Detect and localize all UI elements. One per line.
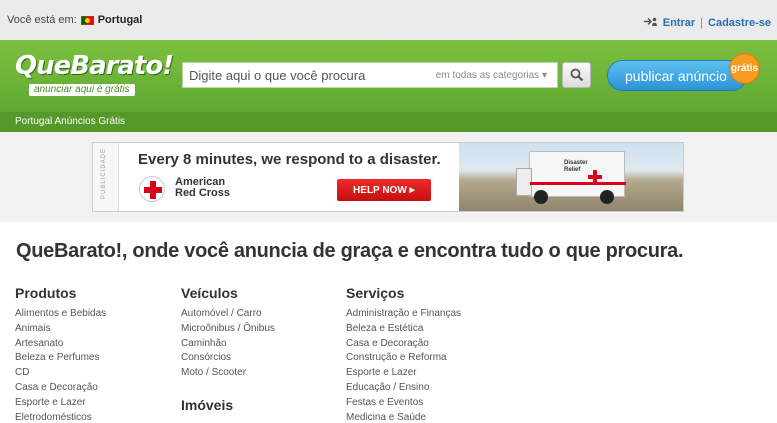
- ad-side-label: PUBLICIDADE: [101, 147, 107, 199]
- login-link[interactable]: Entrar: [663, 17, 695, 29]
- column-title[interactable]: Produtos: [15, 285, 106, 301]
- ambulance-image: Disaster Relief: [516, 151, 626, 204]
- category-column-vehicles: Veículos Automóvel / Carro Microônibus /…: [181, 285, 275, 419]
- red-cross-logo-icon: [139, 176, 165, 202]
- category-link[interactable]: Eletrodomésticos: [15, 411, 106, 423]
- category-link[interactable]: Alimentos e Bebidas: [15, 307, 106, 322]
- ad-banner[interactable]: PUBLICIDADE Every 8 minutes, we respond …: [92, 142, 684, 212]
- ambulance-stripe: [530, 182, 626, 185]
- column-title-real-estate[interactable]: Imóveis: [181, 397, 275, 413]
- breadcrumb: Portugal Anúncios Grátis: [0, 112, 777, 132]
- category-link[interactable]: Beleza e Estética: [346, 322, 461, 337]
- auth-separator: |: [700, 17, 704, 29]
- category-select-label: em todas as categorias: [435, 69, 540, 81]
- ambulance-label-line-1: Disaster: [564, 160, 588, 166]
- top-bar: Você está em: Portugal Entrar | Cadastre…: [0, 0, 777, 40]
- ad-side-strip: PUBLICIDADE: [93, 143, 119, 211]
- search-icon: [570, 68, 583, 82]
- category-link[interactable]: Medicina e Saúde: [346, 411, 461, 423]
- location-indicator: Você está em: Portugal: [7, 14, 142, 26]
- publish-ad-label: publicar anúncio: [625, 67, 727, 84]
- ad-section: PUBLICIDADE Every 8 minutes, we respond …: [0, 132, 777, 222]
- category-link[interactable]: Microônibus / Ônibus: [181, 322, 275, 337]
- wheel-icon: [600, 190, 614, 204]
- login-arrow-icon: [643, 17, 658, 29]
- category-link[interactable]: Esporte e Lazer: [346, 366, 461, 381]
- category-link[interactable]: CD: [15, 366, 106, 381]
- category-link[interactable]: Moto / Scooter: [181, 366, 275, 381]
- category-link[interactable]: Festas e Eventos: [346, 396, 461, 411]
- category-column-services: Serviços Administração e Finanças Beleza…: [346, 285, 461, 423]
- ambulance-label-line-2: Relief: [564, 167, 581, 173]
- ad-org-line-2: Red Cross: [175, 187, 231, 199]
- category-link[interactable]: Artesanato: [15, 337, 106, 352]
- ad-org-name: American Red Cross: [175, 177, 230, 199]
- category-link[interactable]: Automóvel / Carro: [181, 307, 275, 322]
- logo-tagline: anunciar aqui é grátis: [29, 84, 135, 96]
- free-badge: grátis: [729, 53, 760, 84]
- main-header: QueBarato! anunciar aqui é grátis em tod…: [0, 40, 777, 112]
- category-link[interactable]: Construção e Reforma: [346, 351, 461, 366]
- search-button[interactable]: [562, 62, 591, 88]
- play-arrow-icon: ▶: [409, 187, 415, 194]
- signup-link[interactable]: Cadastre-se: [708, 17, 771, 29]
- auth-links: Entrar | Cadastre-se: [643, 17, 771, 29]
- search-box: em todas as categorias ▾: [182, 62, 558, 88]
- main-content: QueBarato!, onde você anuncia de graça e…: [0, 222, 777, 423]
- help-now-button[interactable]: HELP NOW ▶: [337, 179, 431, 201]
- category-link[interactable]: Beleza e Perfumes: [15, 351, 106, 366]
- category-column-products: Produtos Alimentos e Bebidas Animais Art…: [15, 285, 106, 423]
- ad-ambulance-photo: Disaster Relief: [459, 143, 683, 211]
- column-title[interactable]: Veículos: [181, 285, 275, 301]
- category-select[interactable]: em todas as categorias ▾: [436, 70, 547, 81]
- category-link[interactable]: Esporte e Lazer: [15, 396, 106, 411]
- ad-headline: Every 8 minutes, we respond to a disaste…: [138, 151, 441, 168]
- category-link[interactable]: Caminhão: [181, 337, 275, 352]
- category-link[interactable]: Consórcios: [181, 351, 275, 366]
- category-link[interactable]: Animais: [15, 322, 106, 337]
- logo-name: QueBarato!: [15, 51, 174, 81]
- page-title: QueBarato!, onde você anuncia de graça e…: [16, 240, 684, 262]
- category-link[interactable]: Administração e Finanças: [346, 307, 461, 322]
- ambulance-label: Disaster Relief: [564, 160, 588, 174]
- country-name[interactable]: Portugal: [98, 14, 143, 26]
- search-input[interactable]: [183, 67, 433, 83]
- portugal-flag-icon: [80, 15, 94, 25]
- category-link[interactable]: Casa e Decoração: [346, 337, 461, 352]
- wheel-icon: [534, 190, 548, 204]
- help-now-label: HELP NOW: [353, 184, 407, 196]
- chevron-down-icon: ▾: [541, 69, 547, 81]
- category-link[interactable]: Casa e Decoração: [15, 381, 106, 396]
- category-link[interactable]: Educação / Ensino: [346, 381, 461, 396]
- breadcrumb-label[interactable]: Portugal Anúncios Grátis: [15, 116, 125, 127]
- column-title[interactable]: Serviços: [346, 285, 461, 301]
- quebarato-logo[interactable]: QueBarato! anunciar aqui é grátis: [15, 51, 174, 96]
- publish-ad-button[interactable]: publicar anúncio: [607, 60, 747, 91]
- location-label: Você está em:: [7, 14, 77, 26]
